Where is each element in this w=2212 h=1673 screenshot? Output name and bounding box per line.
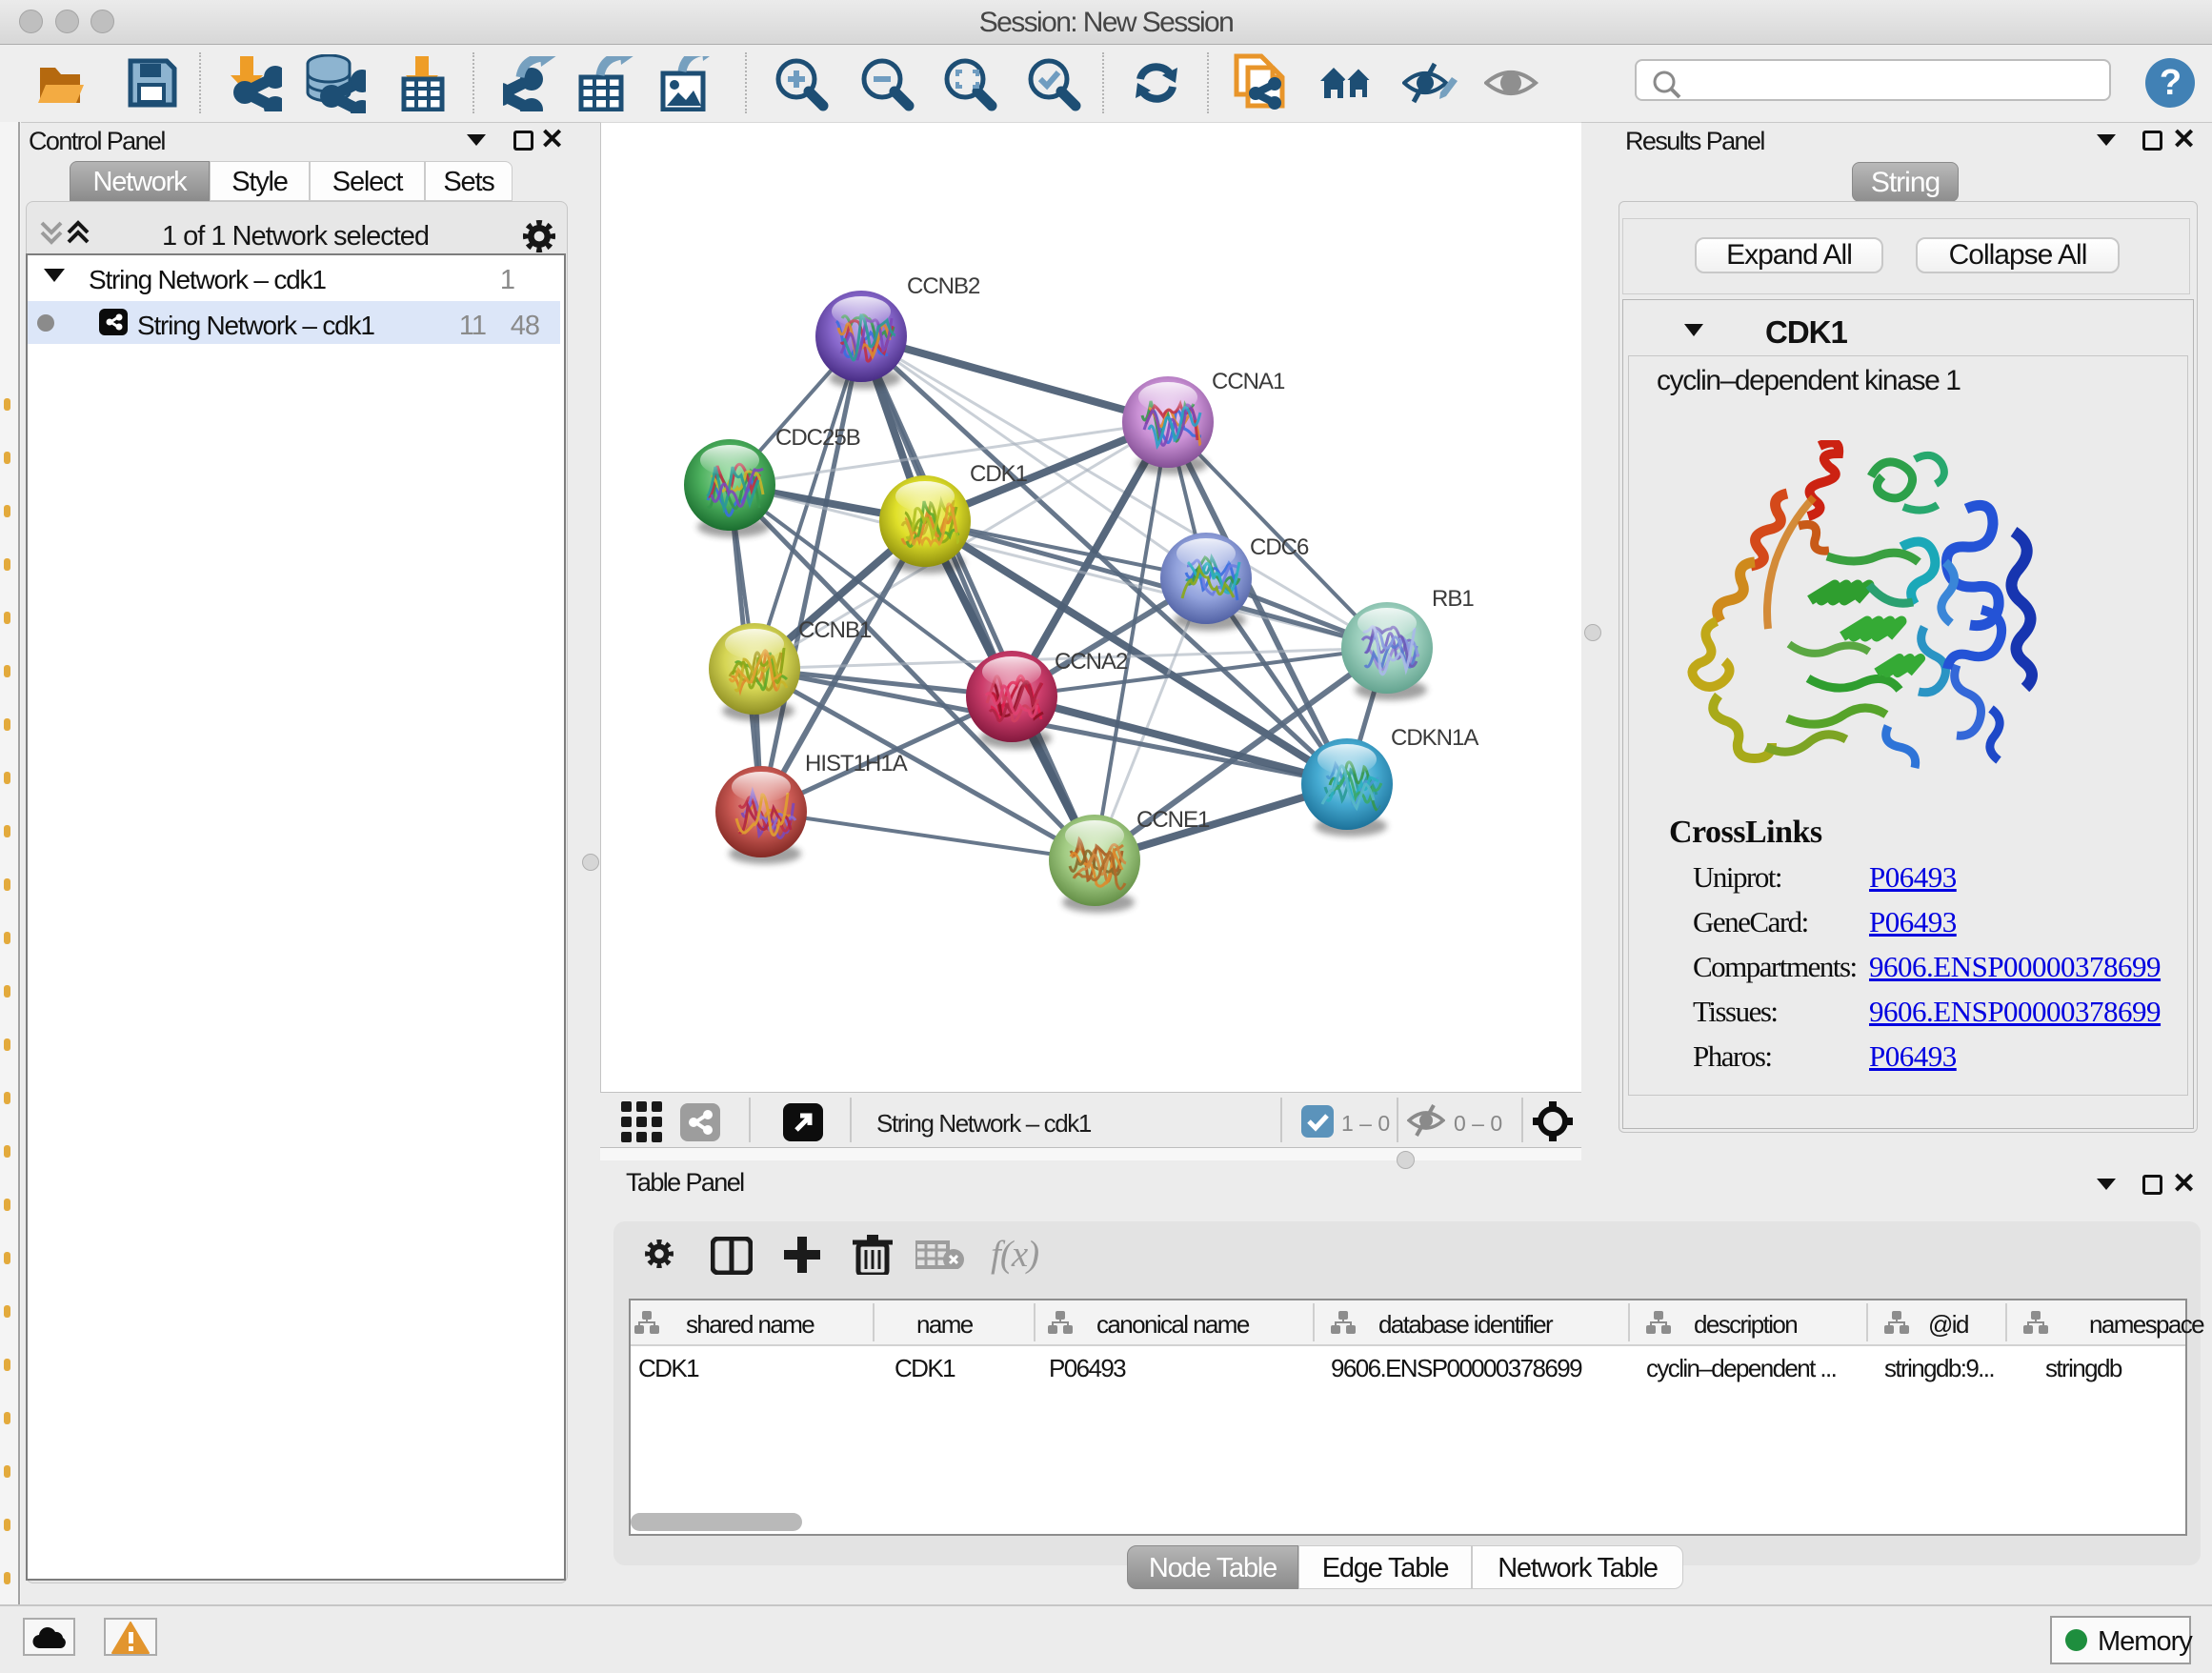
svg-text:CCNB2: CCNB2	[907, 273, 980, 299]
svg-text:CDC25B: CDC25B	[775, 425, 860, 451]
svg-text:HIST1H1A: HIST1H1A	[805, 751, 908, 776]
svg-text:CCNA2: CCNA2	[1055, 649, 1128, 675]
svg-text:CCNB1: CCNB1	[798, 617, 872, 643]
svg-text:CCNA1: CCNA1	[1212, 369, 1285, 394]
svg-text:CDC6: CDC6	[1250, 534, 1309, 560]
svg-text:CDKN1A: CDKN1A	[1391, 725, 1478, 751]
svg-text:CDK1: CDK1	[970, 461, 1028, 487]
svg-text:?: ?	[2160, 63, 2181, 103]
svg-text:RB1: RB1	[1432, 586, 1474, 612]
svg-text:CCNE1: CCNE1	[1136, 807, 1210, 833]
